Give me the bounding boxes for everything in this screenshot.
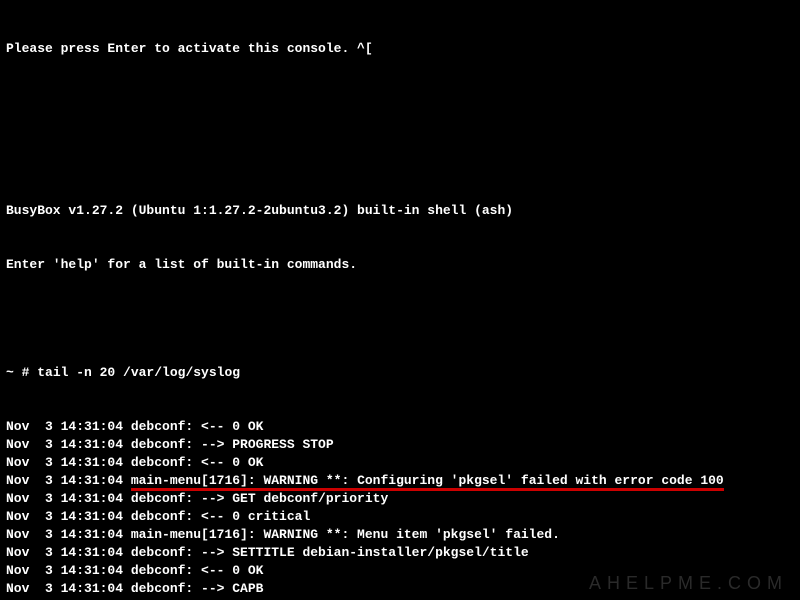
watermark: AHELPME.COM	[589, 574, 788, 592]
syslog-text: Nov 3 14:31:04 debconf: --> GET debconf/…	[6, 491, 388, 506]
blank-line	[6, 94, 794, 112]
prompt-with-command[interactable]: ~ # tail -n 20 /var/log/syslog	[6, 364, 794, 382]
syslog-text: Nov 3 14:31:04 debconf: --> PROGRESS STO…	[6, 437, 334, 452]
shell-prompt: ~ #	[6, 365, 37, 380]
syslog-text: Nov 3 14:31:04 debconf: <-- 0 OK	[6, 455, 263, 470]
syslog-text: Nov 3 14:31:04	[6, 473, 131, 488]
syslog-line: Nov 3 14:31:04 debconf: <-- 0 OK	[6, 418, 794, 436]
typed-command: tail -n 20 /var/log/syslog	[37, 365, 240, 380]
syslog-line: Nov 3 14:31:04 debconf: <-- 0 OK	[6, 454, 794, 472]
blank-line	[6, 148, 794, 166]
syslog-line: Nov 3 14:31:04 main-menu[1716]: WARNING …	[6, 526, 794, 544]
syslog-line: Nov 3 14:31:04 debconf: --> SETTITLE deb…	[6, 544, 794, 562]
blank-line	[6, 310, 794, 328]
syslog-text: Nov 3 14:31:04 debconf: --> CAPB	[6, 581, 263, 596]
syslog-text: Nov 3 14:31:04 debconf: <-- 0 critical	[6, 509, 310, 524]
busybox-banner: BusyBox v1.27.2 (Ubuntu 1:1.27.2-2ubuntu…	[6, 202, 794, 220]
syslog-line: Nov 3 14:31:04 main-menu[1716]: WARNING …	[6, 472, 794, 490]
highlighted-text: main-menu[1716]: WARNING **: Configuring…	[131, 473, 724, 491]
syslog-text: Nov 3 14:31:04 debconf: --> SETTITLE deb…	[6, 545, 529, 560]
help-hint: Enter 'help' for a list of built-in comm…	[6, 256, 794, 274]
console-activate-msg: Please press Enter to activate this cons…	[6, 40, 794, 58]
syslog-line: Nov 3 14:31:04 debconf: --> GET debconf/…	[6, 490, 794, 508]
syslog-line: Nov 3 14:31:04 debconf: --> PROGRESS STO…	[6, 436, 794, 454]
syslog-text: Nov 3 14:31:04 debconf: <-- 0 OK	[6, 563, 263, 578]
terminal-output: Please press Enter to activate this cons…	[0, 0, 800, 600]
syslog-line: Nov 3 14:31:04 debconf: <-- 0 critical	[6, 508, 794, 526]
syslog-text: Nov 3 14:31:04 main-menu[1716]: WARNING …	[6, 527, 560, 542]
syslog-text: Nov 3 14:31:04 debconf: <-- 0 OK	[6, 419, 263, 434]
